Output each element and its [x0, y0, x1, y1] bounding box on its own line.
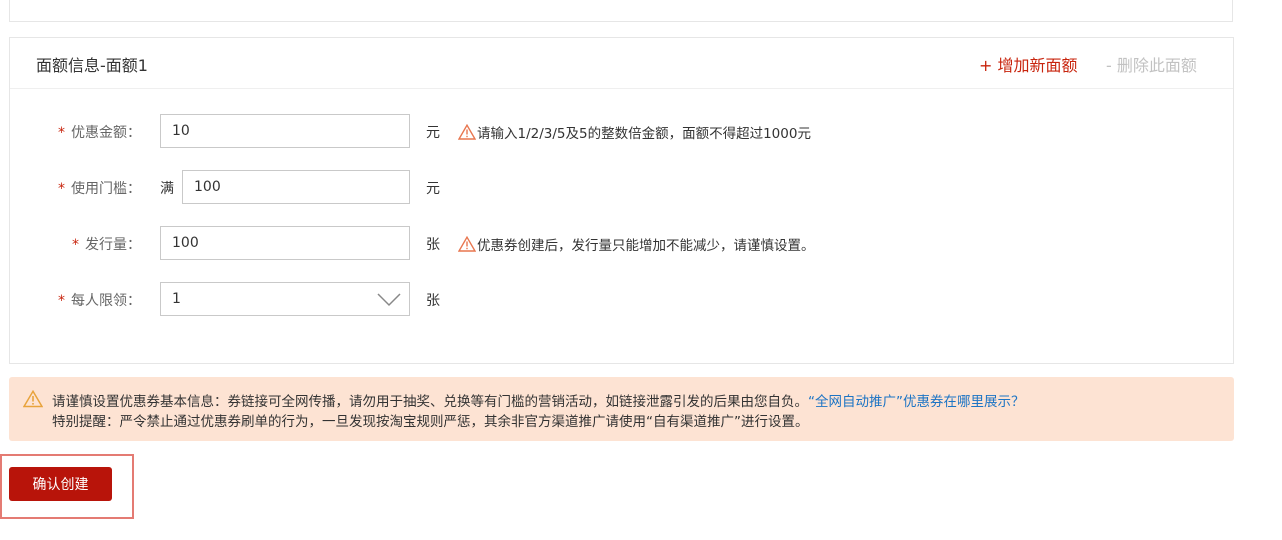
panel-header: 面额信息-面额1 + 增加新面额 - 删除此面额 — [10, 38, 1233, 89]
threshold-unit: 元 — [426, 181, 440, 197]
quantity-input[interactable] — [160, 226, 410, 260]
discount-row: *优惠金额： 元 请输入1/2/3/5及5的整数倍金额，面额不得超过1000元 — [10, 114, 1210, 148]
limit-select[interactable]: 1 — [160, 282, 410, 316]
denomination-panel: 面额信息-面额1 + 增加新面额 - 删除此面额 *优惠金额： 元 请输入1/2… — [9, 37, 1234, 364]
threshold-label: * 使用门槛： — [58, 181, 141, 197]
warning-icon — [458, 124, 476, 140]
limit-unit: 张 — [426, 293, 440, 309]
previous-section-panel — [9, 0, 1233, 22]
chevron-down-icon — [377, 293, 401, 307]
discount-hint: 请输入1/2/3/5及5的整数倍金额，面额不得超过1000元 — [458, 122, 811, 142]
notice-banner: 请谨慎设置优惠券基本信息：券链接可全网传播，请勿用于抽奖、兑换等有门槛的营销活动… — [9, 377, 1234, 441]
warning-icon — [23, 390, 43, 408]
required-mark: * — [58, 181, 65, 197]
discount-unit: 元 — [426, 125, 440, 141]
add-denomination-link[interactable]: + 增加新面额 — [979, 52, 1078, 76]
required-mark: * — [72, 237, 79, 253]
required-mark: * — [58, 293, 65, 309]
quantity-label: * 发行量： — [72, 237, 141, 253]
notice-line-2: 特别提醒：严令禁止通过优惠券刷单的行为，一旦发现按淘宝规则严惩，其余非官方渠道推… — [52, 414, 809, 430]
discount-amount-input[interactable] — [160, 114, 410, 148]
panel-title: 面额信息-面额1 — [36, 56, 148, 75]
discount-label: * 优惠金额： — [58, 125, 141, 141]
auto-promotion-help-link[interactable]: “全网自动推广”优惠券在哪里展示？ — [808, 394, 1025, 410]
required-mark: * — [58, 125, 65, 141]
quantity-row: *发行量： 张 优惠券创建后，发行量只能增加不能减少，请谨慎设置。 — [10, 226, 1210, 260]
threshold-prefix: 满 — [160, 181, 174, 197]
remove-denomination-link[interactable]: - 删除此面额 — [1106, 52, 1197, 76]
threshold-row: *使用门槛： 满 元 — [10, 170, 1210, 204]
limit-label: * 每人限领： — [58, 293, 141, 309]
quantity-hint: 优惠券创建后，发行量只能增加不能减少，请谨慎设置。 — [458, 234, 815, 254]
warning-icon — [458, 236, 476, 252]
threshold-input[interactable] — [182, 170, 410, 204]
confirm-create-button[interactable]: 确认创建 — [9, 467, 112, 501]
quantity-unit: 张 — [426, 237, 440, 253]
limit-row: * 每人限领： 1 张 — [10, 282, 1210, 316]
notice-line-1: 请谨慎设置优惠券基本信息：券链接可全网传播，请勿用于抽奖、兑换等有门槛的营销活动… — [52, 394, 1025, 410]
limit-selected-value: 1 — [172, 291, 181, 307]
